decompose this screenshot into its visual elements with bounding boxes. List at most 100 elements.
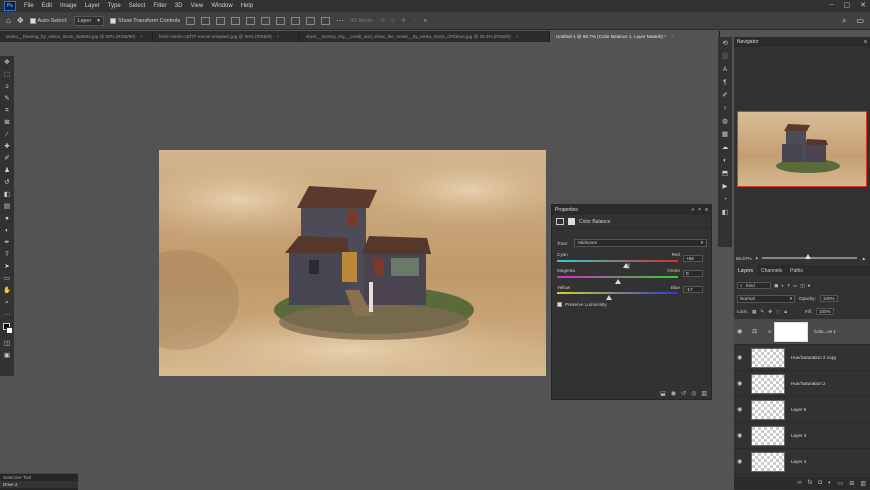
fill-value[interactable]: 100%: [816, 308, 834, 315]
tab-channels[interactable]: Channels: [757, 268, 786, 274]
background-color[interactable]: [6, 327, 13, 334]
lock-pixels-icon[interactable]: ✎: [760, 309, 764, 315]
filter-adjustment-icon[interactable]: ◐: [781, 283, 784, 288]
close-icon[interactable]: ✕: [860, 1, 866, 9]
glyphs-icon[interactable]: ◔: [721, 196, 729, 205]
align-center-icon[interactable]: [246, 16, 256, 25]
zoom-in-icon[interactable]: ▲: [861, 256, 866, 261]
tab-layers[interactable]: Layers: [734, 265, 758, 276]
info-icon[interactable]: ⓘ: [721, 53, 729, 62]
screen-mode-icon[interactable]: ▣: [3, 352, 11, 361]
menu-window[interactable]: Window: [207, 3, 236, 9]
hand-tool-icon[interactable]: ✋: [3, 287, 11, 296]
tab-doc-active[interactable]: Untitled-1 @ 66.7% (Color Balance 1, Lay…: [550, 31, 720, 42]
eye-icon[interactable]: ◉: [737, 380, 746, 387]
distribute-top-icon[interactable]: [276, 16, 286, 25]
healing-brush-icon[interactable]: ✚: [3, 143, 11, 152]
eye-icon[interactable]: ◉: [737, 328, 746, 335]
workspace-icon[interactable]: ▭: [856, 16, 864, 26]
close-icon[interactable]: ×: [277, 34, 280, 39]
menu-layer[interactable]: Layer: [81, 3, 104, 9]
menu-image[interactable]: Image: [56, 3, 81, 9]
eraser-tool-icon[interactable]: ◧: [3, 191, 11, 200]
type-tool-icon[interactable]: T: [3, 251, 11, 260]
fx-icon[interactable]: fx: [808, 480, 813, 486]
align-bottom-icon[interactable]: [216, 16, 226, 25]
brush-tool-icon[interactable]: ✐: [3, 155, 11, 164]
3d-pan-icon[interactable]: ✥: [401, 18, 406, 24]
layer-row[interactable]: ◉ Layer 5: [734, 397, 870, 423]
trash-icon[interactable]: ▥: [860, 480, 866, 487]
home-icon[interactable]: ⌂: [6, 16, 11, 25]
more-options-button[interactable]: ···: [336, 16, 344, 25]
link-layers-icon[interactable]: ∞: [797, 480, 801, 486]
distribute-bottom-icon[interactable]: [306, 16, 316, 25]
new-group-icon[interactable]: ▭: [838, 480, 844, 487]
add-mask-icon[interactable]: ◘: [818, 480, 822, 486]
layer-row[interactable]: ◉ Hue/Saturation 2 copy: [734, 345, 870, 371]
distribute-left-icon[interactable]: [321, 16, 331, 25]
character-icon[interactable]: A: [721, 66, 729, 75]
layer-row[interactable]: ◉ ⚖ ∞ Colo...ce 1: [734, 319, 870, 345]
trash-icon[interactable]: ▥: [701, 390, 707, 397]
zoom-slider[interactable]: [761, 254, 858, 259]
filter-type-icon[interactable]: T: [787, 283, 790, 288]
visibility-icon[interactable]: ◎: [691, 390, 696, 397]
panel-menu-icon[interactable]: ≡: [705, 207, 708, 213]
menu-help[interactable]: Help: [237, 3, 257, 9]
clip-to-layer-icon[interactable]: ⬓: [660, 390, 666, 397]
menu-view[interactable]: View: [186, 3, 207, 9]
quick-mask-icon[interactable]: ◫: [3, 340, 11, 349]
cyan-red-value[interactable]: +56: [683, 255, 703, 262]
close-icon[interactable]: ×: [698, 207, 701, 213]
adjustments-icon[interactable]: ◐: [721, 157, 729, 166]
zoom-slider-thumb[interactable]: [804, 254, 811, 259]
kind-dropdown[interactable]: ⌕ Kind: [737, 282, 771, 289]
menu-edit[interactable]: Edit: [38, 3, 56, 9]
mask-icon[interactable]: [568, 218, 575, 225]
lock-artboard-icon[interactable]: ⬚: [776, 309, 780, 315]
auto-select-dropdown[interactable]: Layer ▾: [73, 15, 105, 26]
align-middle-icon[interactable]: [201, 16, 211, 25]
tab-doc-1[interactable]: elvino__framing_by_vision_stock_dwb6to.j…: [0, 31, 153, 42]
brush-settings-icon[interactable]: ✐: [721, 92, 729, 101]
tab-doc-3[interactable]: stock__stormy_sky__credit_and_show_the_r…: [300, 31, 550, 42]
marquee-tool-icon[interactable]: ⬚: [3, 71, 11, 80]
swatches-icon[interactable]: ▦: [721, 131, 729, 140]
move-tool-icon[interactable]: ✥: [3, 59, 11, 68]
lock-position-icon[interactable]: ✥: [768, 309, 772, 315]
dodge-tool-icon[interactable]: ◐: [3, 227, 11, 236]
filter-shape-icon[interactable]: ▭: [793, 283, 797, 289]
search-icon[interactable]: ⌕: [842, 16, 846, 26]
3d-rotate-icon[interactable]: ⟲: [380, 18, 385, 24]
actions-icon[interactable]: ▶: [721, 183, 729, 192]
slider-track-magenta-green[interactable]: [557, 276, 678, 278]
auto-select-checkbox[interactable]: Auto-Select:: [29, 17, 68, 24]
history-icon[interactable]: ⟲: [721, 40, 729, 49]
eyedropper-tool-icon[interactable]: ⁄: [3, 131, 11, 140]
more-tools-icon[interactable]: ···: [3, 311, 11, 320]
blend-mode-dropdown[interactable]: Normal ▾: [737, 294, 795, 303]
history-brush-icon[interactable]: ↺: [3, 179, 11, 188]
zoom-value[interactable]: 66.67%: [736, 256, 752, 261]
layer-row[interactable]: ◉ Layer 4: [734, 449, 870, 475]
layer-comps-icon[interactable]: ◧: [721, 209, 729, 218]
slider-thumb-yellow-blue[interactable]: [606, 295, 613, 300]
opacity-value[interactable]: 100%: [819, 295, 838, 302]
eye-icon[interactable]: ◉: [737, 354, 746, 361]
layer-row[interactable]: ◉ Layer 4: [734, 423, 870, 449]
move-tool-icon[interactable]: ✥: [17, 16, 24, 25]
yellow-blue-value[interactable]: -17: [683, 286, 703, 293]
styles-icon[interactable]: ⬒: [721, 170, 729, 179]
clone-stamp-icon[interactable]: ♟: [3, 167, 11, 176]
slider-thumb-magenta-green[interactable]: [614, 279, 621, 284]
pen-tool-icon[interactable]: ✒: [3, 239, 11, 248]
color-swatch-icon[interactable]: [3, 323, 13, 337]
navigator-thumbnail[interactable]: [737, 111, 867, 187]
new-adjustment-icon[interactable]: ◐: [828, 480, 832, 486]
new-layer-icon[interactable]: ⊞: [849, 480, 854, 487]
align-left-icon[interactable]: [231, 16, 241, 25]
view-previous-icon[interactable]: ◉: [671, 390, 676, 397]
eye-icon[interactable]: ◉: [737, 458, 746, 465]
quick-select-tool-icon[interactable]: ✎: [3, 95, 11, 104]
